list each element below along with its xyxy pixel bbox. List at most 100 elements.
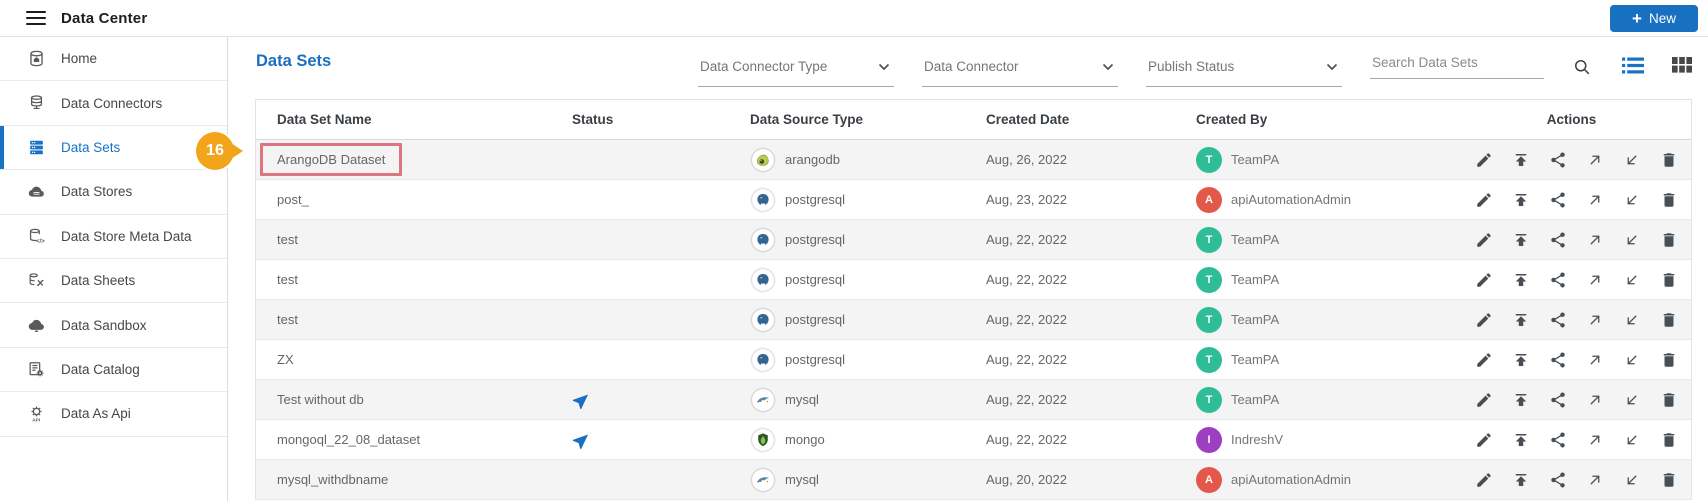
sidebar-item-data-store-meta-data[interactable]: </> Data Store Meta Data	[0, 215, 227, 259]
delete-icon[interactable]	[1659, 230, 1679, 250]
open-icon[interactable]	[1585, 190, 1605, 210]
share-icon[interactable]	[1548, 310, 1568, 330]
delete-icon[interactable]	[1659, 390, 1679, 410]
data-connector-type-dropdown[interactable]: Data Connector Type	[698, 51, 894, 87]
delete-icon[interactable]	[1659, 310, 1679, 330]
grid-view-icon[interactable]	[1672, 51, 1692, 76]
created-date-cell: Aug, 22, 2022	[986, 312, 1067, 327]
dataset-name-cell: mongoql_22_08_dataset	[256, 432, 570, 447]
publish-status-dropdown[interactable]: Publish Status	[1146, 51, 1342, 87]
open-icon[interactable]	[1585, 470, 1605, 490]
sidebar-item-data-as-api[interactable]: API Data As Api	[0, 392, 227, 437]
actions-cell	[1460, 350, 1691, 370]
sidebar-item-label: Data Sheets	[61, 273, 136, 289]
data-source-cell: postgresql	[750, 348, 986, 371]
list-view-icon[interactable]	[1622, 51, 1644, 77]
open-icon[interactable]	[1585, 310, 1605, 330]
sidebar-item-data-stores[interactable]: Data Stores	[0, 170, 227, 215]
share-icon[interactable]	[1548, 190, 1568, 210]
table-header-row: Data Set Name Status Data Source Type Cr…	[256, 100, 1691, 140]
data-source-chip	[752, 188, 774, 211]
share-icon[interactable]	[1548, 270, 1568, 290]
open-icon[interactable]	[1585, 150, 1605, 170]
sidebar-item-data-sets[interactable]: Data Sets	[0, 125, 227, 171]
data-source-chip	[752, 228, 774, 251]
edit-icon[interactable]	[1474, 190, 1494, 210]
publish-icon[interactable]	[1511, 270, 1531, 290]
edit-icon[interactable]	[1474, 270, 1494, 290]
share-icon[interactable]	[1548, 430, 1568, 450]
publish-icon[interactable]	[1511, 310, 1531, 330]
edit-icon[interactable]	[1474, 390, 1494, 410]
search-icon[interactable]	[1572, 51, 1592, 80]
import-icon[interactable]	[1622, 230, 1642, 250]
status-cell	[570, 430, 750, 450]
open-icon[interactable]	[1585, 350, 1605, 370]
publish-icon[interactable]	[1511, 350, 1531, 370]
import-icon[interactable]	[1622, 470, 1642, 490]
avatar: I	[1196, 426, 1222, 453]
dataset-name: test	[277, 272, 298, 287]
database-stack-icon	[26, 93, 46, 113]
dataset-name: mysql_withdbname	[277, 472, 389, 487]
data-source-chip	[752, 268, 774, 291]
delete-icon[interactable]	[1659, 270, 1679, 290]
avatar: T	[1196, 346, 1222, 373]
dataset-name-cell: Test without db	[256, 392, 570, 407]
delete-icon[interactable]	[1659, 350, 1679, 370]
import-icon[interactable]	[1622, 270, 1642, 290]
edit-icon[interactable]	[1474, 350, 1494, 370]
status-cell	[570, 350, 750, 370]
data-source-cell: postgresql	[750, 308, 986, 331]
publish-icon[interactable]	[1511, 430, 1531, 450]
delete-icon[interactable]	[1659, 190, 1679, 210]
publish-icon[interactable]	[1511, 150, 1531, 170]
sidebar-item-home[interactable]: Home	[0, 37, 227, 82]
edit-icon[interactable]	[1474, 310, 1494, 330]
publish-icon[interactable]	[1511, 190, 1531, 210]
delete-icon[interactable]	[1659, 470, 1679, 490]
menu-icon[interactable]	[26, 11, 46, 25]
step-annotation-badge: 16	[196, 132, 234, 170]
delete-icon[interactable]	[1659, 150, 1679, 170]
share-icon[interactable]	[1548, 350, 1568, 370]
open-icon[interactable]	[1585, 390, 1605, 410]
open-icon[interactable]	[1585, 230, 1605, 250]
dataset-name-cell: test	[256, 232, 570, 247]
data-source-cell: mongo	[750, 428, 986, 451]
new-button-label: New	[1648, 10, 1676, 26]
edit-icon[interactable]	[1474, 230, 1494, 250]
sidebar-item-data-catalog[interactable]: Data Catalog	[0, 348, 227, 393]
sidebar-item-data-sheets[interactable]: Data Sheets	[0, 259, 227, 304]
edit-icon[interactable]	[1474, 150, 1494, 170]
import-icon[interactable]	[1622, 190, 1642, 210]
open-icon[interactable]	[1585, 270, 1605, 290]
sidebar-item-data-sandbox[interactable]: Data Sandbox	[0, 303, 227, 348]
datasets-table: Data Set Name Status Data Source Type Cr…	[255, 99, 1692, 500]
share-icon[interactable]	[1548, 470, 1568, 490]
import-icon[interactable]	[1622, 350, 1642, 370]
new-button[interactable]: + New	[1610, 4, 1698, 32]
share-icon[interactable]	[1548, 390, 1568, 410]
publish-icon[interactable]	[1511, 390, 1531, 410]
dataset-name: ArangoDB Dataset	[277, 152, 386, 167]
edit-icon[interactable]	[1474, 430, 1494, 450]
share-icon[interactable]	[1548, 230, 1568, 250]
publish-icon[interactable]	[1511, 470, 1531, 490]
publish-icon[interactable]	[1511, 230, 1531, 250]
import-icon[interactable]	[1622, 310, 1642, 330]
open-icon[interactable]	[1585, 430, 1605, 450]
import-icon[interactable]	[1622, 150, 1642, 170]
status-cell	[570, 150, 750, 170]
share-icon[interactable]	[1548, 150, 1568, 170]
delete-icon[interactable]	[1659, 430, 1679, 450]
edit-icon[interactable]	[1474, 470, 1494, 490]
data-connector-dropdown[interactable]: Data Connector	[922, 51, 1118, 87]
sidebar-item-data-connectors[interactable]: Data Connectors	[0, 81, 227, 126]
actions-cell	[1460, 230, 1691, 250]
search-input[interactable]	[1372, 55, 1542, 70]
import-icon[interactable]	[1622, 390, 1642, 410]
import-icon[interactable]	[1622, 430, 1642, 450]
table-row: test postgresql Aug, 22, 2022 T TeamPA	[256, 300, 1691, 340]
created-by-cell: A apiAutomationAdmin	[1196, 466, 1460, 493]
